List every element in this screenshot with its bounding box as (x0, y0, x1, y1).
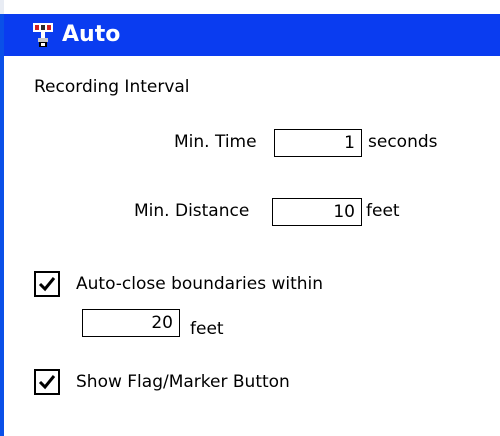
window-left-border (0, 0, 4, 436)
auto-close-checkbox[interactable] (34, 271, 60, 297)
auto-close-distance-input[interactable]: 20 (82, 309, 180, 337)
window-left-border-top (0, 0, 4, 14)
min-distance-label: Min. Distance (134, 201, 250, 221)
show-flag-label: Show Flag/Marker Button (76, 372, 290, 392)
checkmark-icon (38, 375, 56, 390)
min-time-input[interactable]: 1 (274, 129, 362, 157)
min-distance-unit: feet (366, 201, 400, 221)
window-title: Auto (62, 22, 121, 47)
recording-interval-heading: Recording Interval (34, 77, 190, 97)
show-flag-checkbox[interactable] (34, 369, 60, 395)
gps-antenna-icon (33, 23, 53, 47)
min-time-label: Min. Time (174, 132, 257, 152)
auto-close-label: Auto-close boundaries within (76, 274, 324, 294)
auto-close-unit: feet (190, 319, 224, 339)
checkmark-icon (38, 277, 56, 292)
min-distance-input[interactable]: 10 (272, 198, 362, 226)
min-time-unit: seconds (368, 132, 438, 152)
window-top-strip (4, 0, 500, 14)
